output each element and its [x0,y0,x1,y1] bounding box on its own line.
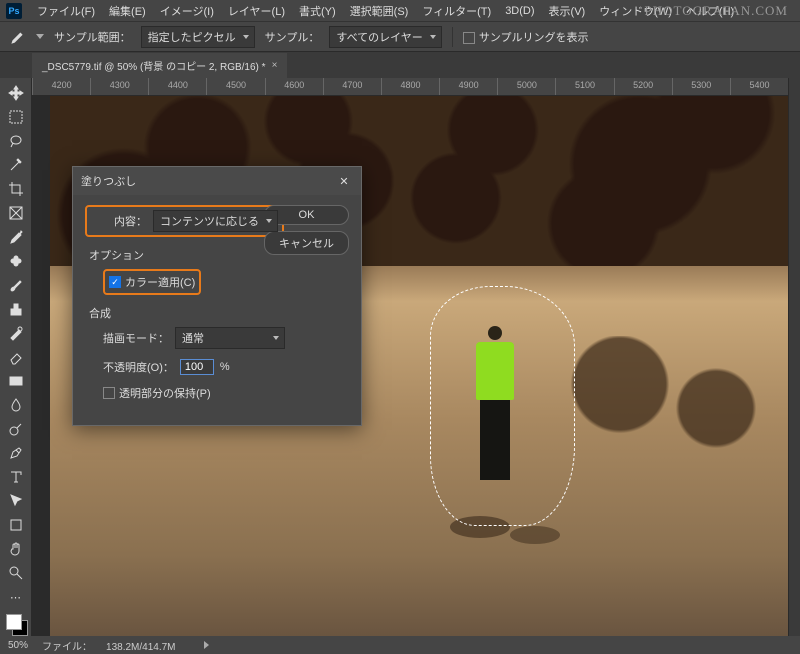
menu-image[interactable]: イメージ(I) [153,3,221,19]
menu-type[interactable]: 書式(Y) [292,3,343,19]
eyedropper-icon [8,28,26,46]
percent-label: % [220,361,230,373]
heal-tool[interactable] [4,250,28,272]
type-tool[interactable] [4,466,28,488]
eraser-tool[interactable] [4,346,28,368]
color-swatch[interactable] [6,614,26,634]
frame-tool[interactable] [4,202,28,224]
chevron-down-icon[interactable] [36,34,44,39]
preserve-trans-checkbox[interactable] [103,387,115,399]
app-logo: Ps [6,3,22,19]
color-adapt-checkbox[interactable] [109,276,121,288]
wand-tool[interactable] [4,154,28,176]
zoom-level[interactable]: 50% [8,640,28,651]
hand-tool[interactable] [4,538,28,560]
mode-label: 描画モード： [103,330,175,346]
image-shadow2 [510,526,560,544]
stamp-tool[interactable] [4,298,28,320]
dodge-tool[interactable] [4,418,28,440]
preserve-trans-label: 透明部分の保持(P) [119,385,211,401]
blur-tool[interactable] [4,394,28,416]
pen-tool[interactable] [4,442,28,464]
crop-tool[interactable] [4,178,28,200]
menu-select[interactable]: 選択範囲(S) [343,3,416,19]
watermark: PHOTOGRAFAN.COM [645,3,788,19]
shape-tool[interactable] [4,514,28,536]
menu-3d[interactable]: 3D(D) [498,5,541,17]
eyedropper-tool[interactable] [4,226,28,248]
ruler-horizontal: 4200430044004500460047004800490050005100… [32,78,788,96]
cancel-button[interactable]: キャンセル [264,231,349,255]
samplering-checkbox[interactable]: サンプルリングを表示 [463,29,589,45]
marquee-tool[interactable] [4,106,28,128]
color-adapt-highlight: カラー適用(C) [103,269,201,295]
options-bar: サンプル範囲： 指定したピクセル サンプル： すべてのレイヤー サンプルリングを… [0,22,800,52]
sample-layers-select[interactable]: すべてのレイヤー [329,26,441,48]
document-tab-bar: _DSC5779.tif @ 50% (背景 のコピー 2, RGB/16) *… [0,52,800,78]
mode-select[interactable]: 通常 [175,327,285,349]
path-select-tool[interactable] [4,490,28,512]
content-select[interactable]: コンテンツに応じる [153,210,278,232]
content-label: 内容： [91,213,153,229]
brush-tool[interactable] [4,274,28,296]
color-adapt-label: カラー適用(C) [125,274,195,290]
more-tools[interactable]: ⋯ [4,586,28,608]
move-tool[interactable] [4,82,28,104]
dialog-titlebar[interactable]: 塗りつぶし ✕ [73,167,361,195]
document-tab[interactable]: _DSC5779.tif @ 50% (背景 のコピー 2, RGB/16) *… [32,53,287,78]
menu-filter[interactable]: フィルター(T) [415,3,498,19]
close-icon[interactable]: ✕ [335,172,353,190]
zoom-tool[interactable] [4,562,28,584]
opacity-input[interactable] [180,359,214,375]
selection-marquee [430,286,575,526]
close-tab-icon[interactable]: × [272,60,278,71]
fill-dialog: 塗りつぶし ✕ OK キャンセル 内容： コンテンツに応じる オプション カラー… [72,166,362,426]
content-highlight: 内容： コンテンツに応じる [85,205,284,237]
sample-range-label: サンプル範囲： [54,29,131,45]
panel-dock[interactable] [788,78,800,636]
compose-section-label: 合成 [89,305,349,321]
tool-palette: ⋯ [0,78,32,636]
sample-label: サンプル： [265,29,320,45]
menu-layer[interactable]: レイヤー(L) [221,3,292,19]
menu-view[interactable]: 表示(V) [542,3,593,19]
document-tab-label: _DSC5779.tif @ 50% (背景 のコピー 2, RGB/16) * [42,58,266,73]
status-bar: 50% ファイル：138.2M/414.7M [0,636,800,654]
lasso-tool[interactable] [4,130,28,152]
menu-file[interactable]: ファイル(F) [30,3,102,19]
opacity-label: 不透明度(O)： [103,359,180,375]
filesize-label: ファイル：138.2M/414.7M [42,638,190,653]
status-arrow-icon[interactable] [204,641,209,649]
dialog-title: 塗りつぶし [81,173,136,189]
image-rocks-right [548,336,788,456]
history-brush-tool[interactable] [4,322,28,344]
sample-range-select[interactable]: 指定したピクセル [141,26,255,48]
menu-bar: Ps ファイル(F) 編集(E) イメージ(I) レイヤー(L) 書式(Y) 選… [0,0,800,22]
gradient-tool[interactable] [4,370,28,392]
menu-edit[interactable]: 編集(E) [102,3,153,19]
